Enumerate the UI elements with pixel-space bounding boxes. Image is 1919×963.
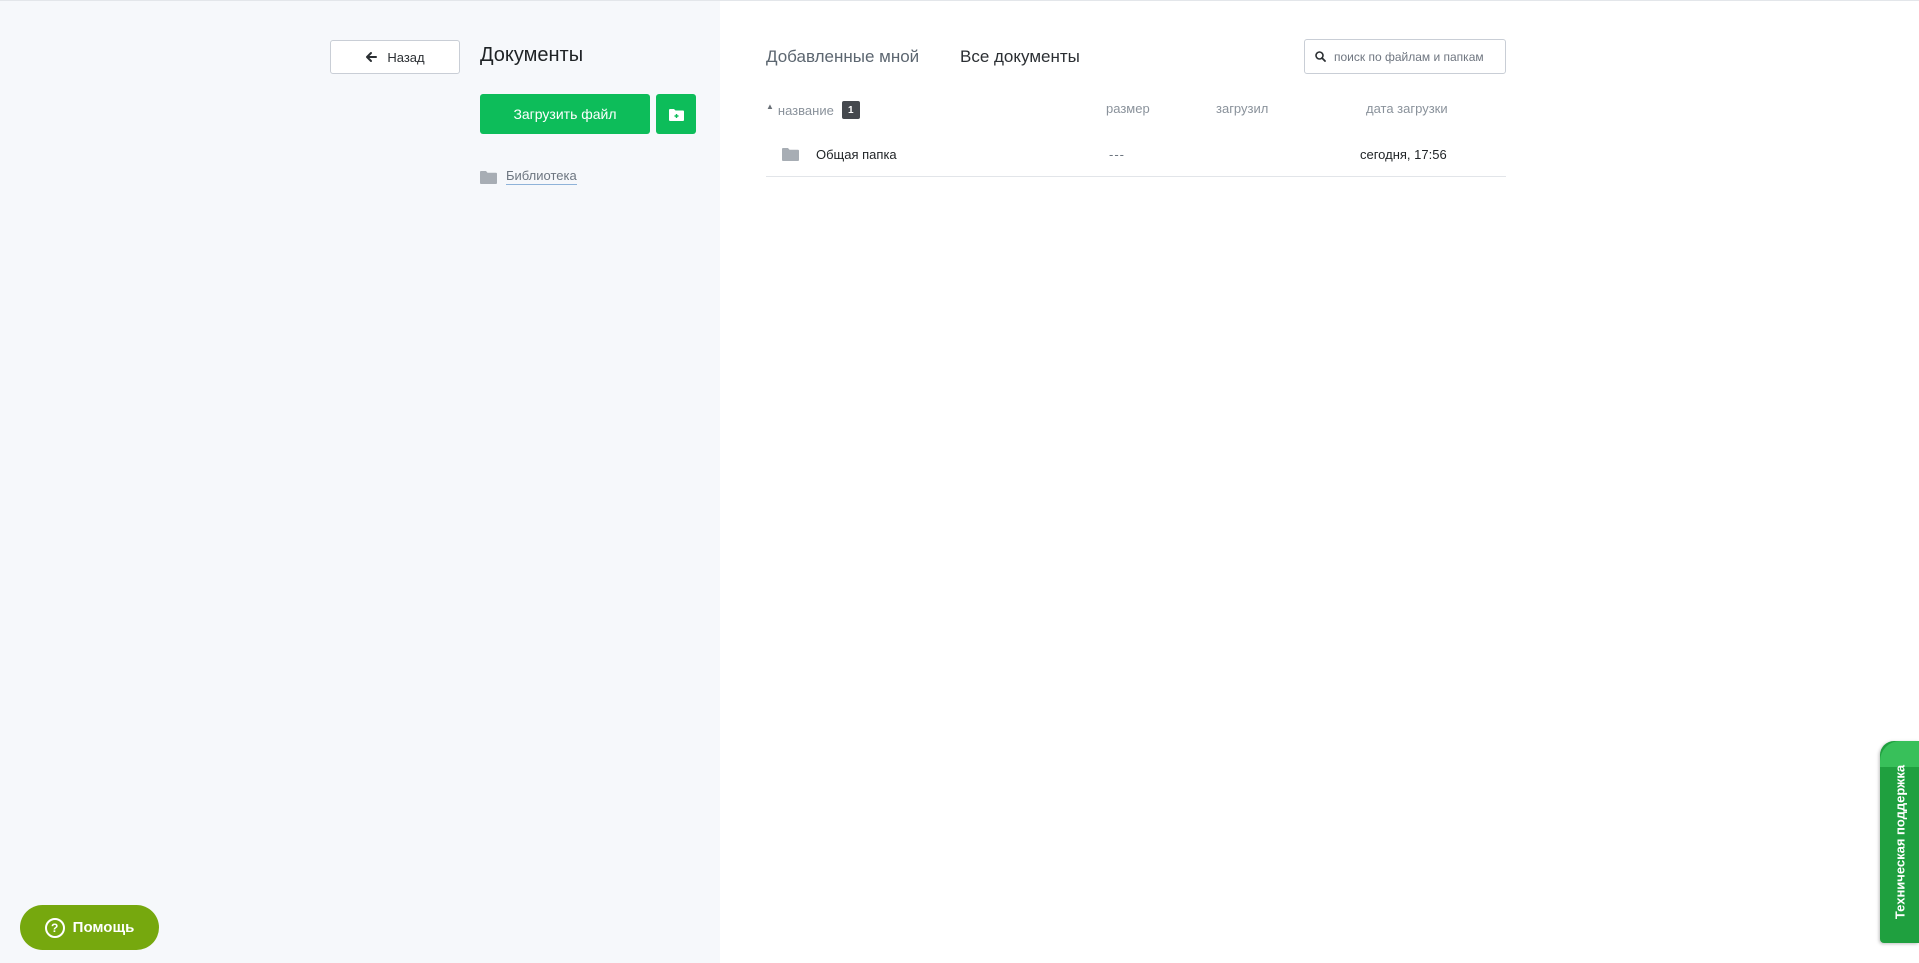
column-header-name-label: название bbox=[777, 102, 834, 118]
tab-added-by-me[interactable]: Добавленные мной bbox=[766, 47, 919, 67]
add-folder-icon bbox=[668, 108, 684, 121]
tech-support-tab[interactable]: Техническая поддержка bbox=[1880, 741, 1919, 943]
back-button-label: Назад bbox=[387, 49, 425, 65]
row-name[interactable]: Общая папка bbox=[816, 147, 897, 162]
sort-asc-icon: ▲ bbox=[766, 101, 774, 111]
column-header-date[interactable]: дата загрузки bbox=[1366, 101, 1448, 116]
folder-icon bbox=[480, 170, 497, 184]
arrow-left-icon bbox=[366, 52, 378, 62]
support-tab-curl bbox=[1880, 741, 1919, 767]
tab-all-documents[interactable]: Все документы bbox=[960, 47, 1080, 67]
column-header-uploader[interactable]: загрузил bbox=[1216, 101, 1268, 116]
table-row[interactable]: Общая папка --- сегодня, 17:56 bbox=[766, 136, 1506, 177]
upload-file-button[interactable]: Загрузить файл bbox=[480, 94, 650, 134]
create-folder-button[interactable] bbox=[656, 94, 696, 134]
row-date: сегодня, 17:56 bbox=[1360, 147, 1447, 162]
count-badge: 1 bbox=[841, 101, 860, 119]
search-icon bbox=[1315, 51, 1326, 62]
help-label: Помощь bbox=[72, 919, 135, 936]
search-input[interactable] bbox=[1334, 49, 1484, 64]
search-box[interactable] bbox=[1304, 39, 1506, 74]
sidebar-panel bbox=[0, 1, 720, 963]
help-button[interactable]: ? Помощь bbox=[20, 905, 159, 950]
library-folder[interactable]: Библиотека bbox=[480, 168, 577, 185]
column-header-name[interactable]: ▲ название 1 bbox=[766, 101, 860, 119]
support-label: Техническая поддержка bbox=[1892, 764, 1907, 920]
question-icon: ? bbox=[44, 917, 65, 938]
row-size: --- bbox=[1109, 147, 1125, 162]
upload-file-label: Загрузить файл bbox=[513, 106, 617, 122]
back-button[interactable]: Назад bbox=[330, 40, 460, 74]
column-header-size[interactable]: размер bbox=[1106, 101, 1150, 116]
folder-icon bbox=[782, 148, 799, 161]
page-title: Документы bbox=[480, 44, 584, 66]
library-label[interactable]: Библиотека bbox=[506, 168, 577, 185]
